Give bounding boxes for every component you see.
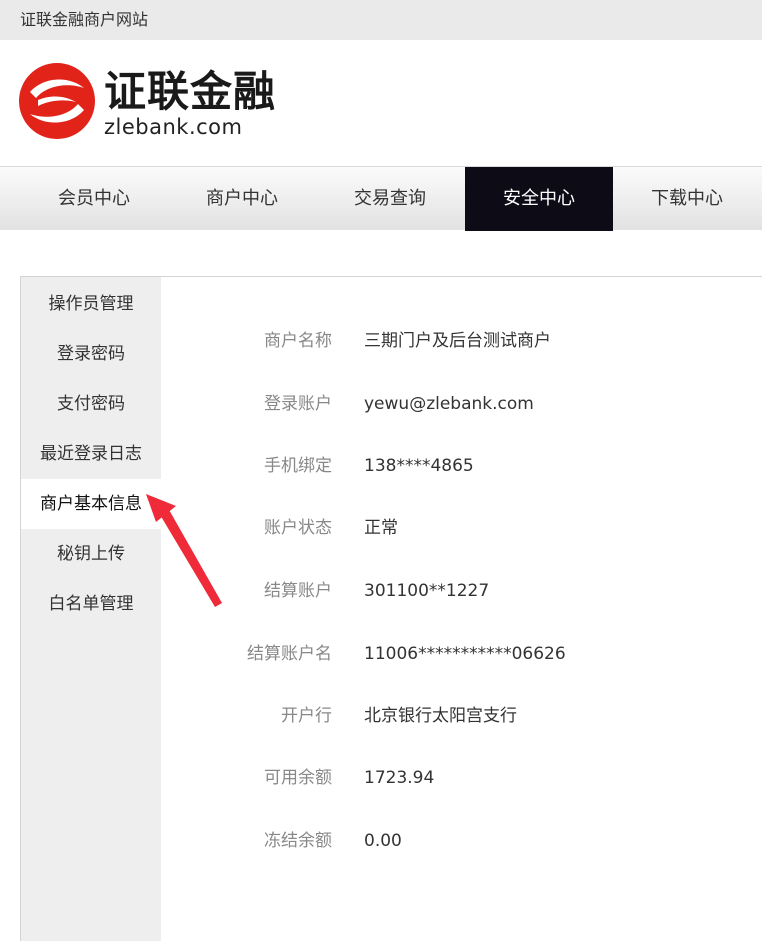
nav-download-center[interactable]: 下载中心 [613,167,761,231]
main-navigation: 会员中心 商户中心 交易查询 安全中心 下载中心 [0,166,762,231]
settlement-account-value: 301100**1227 [364,581,490,601]
opening-bank-value: 北京银行太阳宫支行 [364,706,517,726]
frozen-balance-value: 0.00 [364,831,402,851]
merchant-name-label: 商户名称 [264,331,332,351]
frozen-balance-label: 冻结余额 [264,831,332,851]
sidebar-item-payment-password[interactable]: 支付密码 [21,379,161,429]
phone-binding-value: 138****4865 [364,456,474,476]
site-title: 证联金融商户网站 [20,10,149,29]
sidebar-item-login-log[interactable]: 最近登录日志 [21,429,161,479]
settlement-account-name-value: 11006***********06626 [364,644,566,664]
login-account-value: yewu@zlebank.com [364,394,534,414]
sidebar-item-login-password[interactable]: 登录密码 [21,329,161,379]
logo-domain-text: zlebank.com [104,115,243,139]
available-balance-value: 1723.94 [364,768,435,788]
sidebar-item-operator-management[interactable]: 操作员管理 [21,279,161,329]
settlement-account-label: 结算账户 [264,581,332,601]
sidebar-item-whitelist[interactable]: 白名单管理 [21,579,161,629]
account-status-value: 正常 [364,518,398,538]
logo-brand-name: 证联金融 [104,67,277,116]
login-account-label: 登录账户 [264,394,332,414]
nav-transaction-query[interactable]: 交易查询 [316,167,464,231]
settlement-account-name-label: 结算账户名 [247,644,332,664]
nav-merchant-center[interactable]: 商户中心 [168,167,316,231]
account-status-label: 账户状态 [264,518,332,538]
phone-binding-label: 手机绑定 [264,456,332,476]
nav-security-center[interactable]: 安全中心 [465,167,613,231]
available-balance-label: 可用余额 [264,768,332,788]
sidebar-menu: 操作员管理 登录密码 支付密码 最近登录日志 商户基本信息 秘钥上传 白名单管理 [21,277,161,941]
sidebar-item-merchant-info[interactable]: 商户基本信息 [21,479,161,529]
site-title-bar: 证联金融商户网站 [0,0,762,40]
header-logo-area: 证联金融 zlebank.com [0,40,762,166]
merchant-name-value: 三期门户及后台测试商户 [364,331,551,351]
opening-bank-label: 开户行 [281,706,332,726]
zlebank-logo-icon [19,63,95,139]
sidebar-item-key-upload[interactable]: 秘钥上传 [21,529,161,579]
nav-member-center[interactable]: 会员中心 [20,167,168,231]
